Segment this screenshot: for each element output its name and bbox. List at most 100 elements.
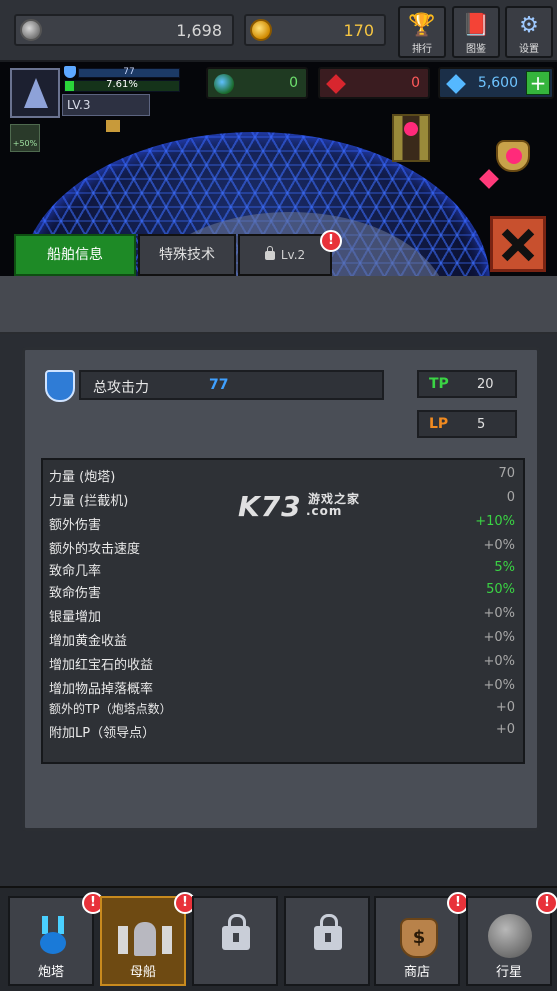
- ship-icon: [24, 78, 48, 108]
- stat-value: +10%: [475, 514, 515, 529]
- tp-value: 20: [477, 377, 494, 392]
- gold-amount: 170: [343, 21, 374, 40]
- top-resource-bar: 1,698 170 🏆 排行 📕 图鉴 ⚙ 设置: [0, 0, 557, 62]
- heart-enemy-icon: [496, 140, 530, 172]
- diamond-amount: 5,600: [477, 75, 518, 91]
- stat-name: 额外伤害: [49, 518, 102, 533]
- watermark-logo: K73 游戏之家 .com: [238, 490, 359, 523]
- planet-amount: 0: [289, 75, 298, 91]
- nav-locked-button-1[interactable]: [192, 896, 278, 986]
- player-level: LV.3: [62, 94, 150, 116]
- stat-name: 力量 (炮塔): [49, 470, 116, 485]
- stat-row: 力量 (炮塔) 70: [43, 464, 523, 486]
- gold-coin-icon: [250, 19, 272, 41]
- trophy-icon: 🏆: [408, 13, 436, 38]
- planet-counter: 0: [206, 67, 308, 99]
- nav-shop-button[interactable]: $ 商店: [374, 896, 460, 986]
- player-ship-avatar[interactable]: [10, 68, 60, 118]
- planet-icon: [214, 74, 234, 94]
- stat-row: 致命几率 5%: [43, 558, 523, 580]
- stat-name: 银量增加: [49, 610, 102, 625]
- settings-button[interactable]: ⚙ 设置: [505, 6, 553, 58]
- attack-shield-icon: [45, 370, 75, 402]
- tp-box[interactable]: TP 20: [417, 370, 517, 398]
- shield-icon: [64, 66, 76, 78]
- silver-counter: 1,698: [14, 14, 234, 46]
- tab-special-tech[interactable]: 特殊技术: [138, 234, 236, 276]
- total-attack-label: 总攻击力: [93, 380, 149, 396]
- xp-percent: 7.61%: [106, 79, 138, 90]
- boost-badge[interactable]: +50%: [10, 124, 40, 152]
- codex-button[interactable]: 📕 图鉴: [452, 6, 500, 58]
- lock-icon: [264, 246, 275, 260]
- nav-planet-label: 行星: [495, 965, 522, 980]
- stat-row: 银量增加 +0%: [43, 604, 523, 626]
- stat-row: 额外的TP（炮塔点数） +0: [43, 698, 523, 720]
- xp-bar: 7.61%: [64, 79, 180, 92]
- tp-label: TP: [429, 376, 449, 392]
- stat-value: +0%: [483, 654, 515, 669]
- stat-value: 0: [506, 490, 515, 505]
- stat-value: 5%: [494, 560, 515, 575]
- nav-locked-button-2[interactable]: [284, 896, 370, 986]
- stat-value: 70: [498, 466, 515, 481]
- book-icon: 📕: [462, 13, 490, 38]
- silver-amount: 1,698: [176, 21, 222, 40]
- silver-coin-icon: [20, 19, 42, 41]
- small-drone-icon: [106, 120, 120, 132]
- total-attack-value: 77: [209, 377, 229, 393]
- diamond-counter: 5,600 +: [438, 67, 554, 99]
- money-bag-icon: $: [400, 918, 438, 958]
- hp-value: 77: [123, 67, 135, 77]
- stat-row: 致命伤害 50%: [43, 580, 523, 602]
- moon-icon: [488, 914, 532, 958]
- close-icon[interactable]: [490, 216, 546, 272]
- stat-row: 额外的攻击速度 +0%: [43, 536, 523, 558]
- nav-mothership-button[interactable]: 母船: [100, 896, 186, 986]
- rank-button[interactable]: 🏆 排行: [398, 6, 446, 58]
- tab-locked[interactable]: Lv.2: [238, 234, 332, 276]
- stat-row: 增加红宝石的收益 +0%: [43, 652, 523, 674]
- add-diamond-button[interactable]: +: [526, 71, 550, 95]
- stats-panel: 总攻击力 77 TP 20 LP 5 力量 (炮塔) 70 力量 (拦截机) 0…: [22, 347, 540, 831]
- settings-label: 设置: [519, 44, 539, 55]
- ruby-counter: 0: [318, 67, 430, 99]
- stat-value: 50%: [486, 582, 515, 597]
- nav-turret-label: 炮塔: [37, 965, 64, 980]
- ship-scene: 77 7.61% LV.3 +50% 0 0 5,600 + 船舶信息 特殊技术…: [0, 62, 557, 276]
- stat-value: +0%: [483, 630, 515, 645]
- stat-table: 力量 (炮塔) 70 力量 (拦截机) 0 额外伤害 +10% 额外的攻击速度 …: [41, 458, 525, 764]
- tab-ship-info[interactable]: 船舶信息: [14, 234, 136, 276]
- lock-icon: [222, 914, 250, 950]
- watermark-domain: .com: [306, 504, 343, 518]
- ruby-amount: 0: [411, 75, 420, 91]
- stat-value: +0%: [483, 538, 515, 553]
- watermark-brand: K73: [238, 490, 302, 523]
- turret-icon: [38, 916, 68, 956]
- lp-value: 5: [477, 417, 486, 432]
- stat-name: 增加物品掉落概率: [49, 682, 154, 697]
- stat-name: 额外的TP（炮塔点数）: [49, 702, 172, 716]
- gear-icon: ⚙: [519, 13, 539, 38]
- lock-icon: [314, 914, 342, 950]
- stat-row: 附加LP（领导点） +0: [43, 720, 523, 742]
- tab-alert-icon: !: [320, 230, 342, 252]
- nav-shop-label: 商店: [403, 965, 430, 980]
- ruby-icon: [326, 74, 346, 94]
- mothership-icon: [118, 922, 172, 956]
- total-attack-box: 总攻击力 77: [79, 370, 384, 400]
- rank-label: 排行: [412, 44, 432, 55]
- bottom-nav: 炮塔 ! 母船 ! $ 商店 ! 行星 !: [0, 886, 557, 991]
- lp-box[interactable]: LP 5: [417, 410, 517, 438]
- stat-value: +0%: [483, 606, 515, 621]
- diamond-icon: [446, 74, 466, 94]
- lp-label: LP: [429, 416, 449, 432]
- nav-turret-button[interactable]: 炮塔: [8, 896, 94, 986]
- planet-alert-icon: !: [536, 892, 557, 914]
- stat-row: 增加黄金收益 +0%: [43, 628, 523, 650]
- stat-name: 增加红宝石的收益: [49, 658, 154, 673]
- stat-name: 致命几率: [49, 564, 102, 579]
- enemy-ship-icon: [392, 114, 430, 162]
- stat-value: +0: [495, 700, 515, 715]
- stat-name: 致命伤害: [49, 586, 102, 601]
